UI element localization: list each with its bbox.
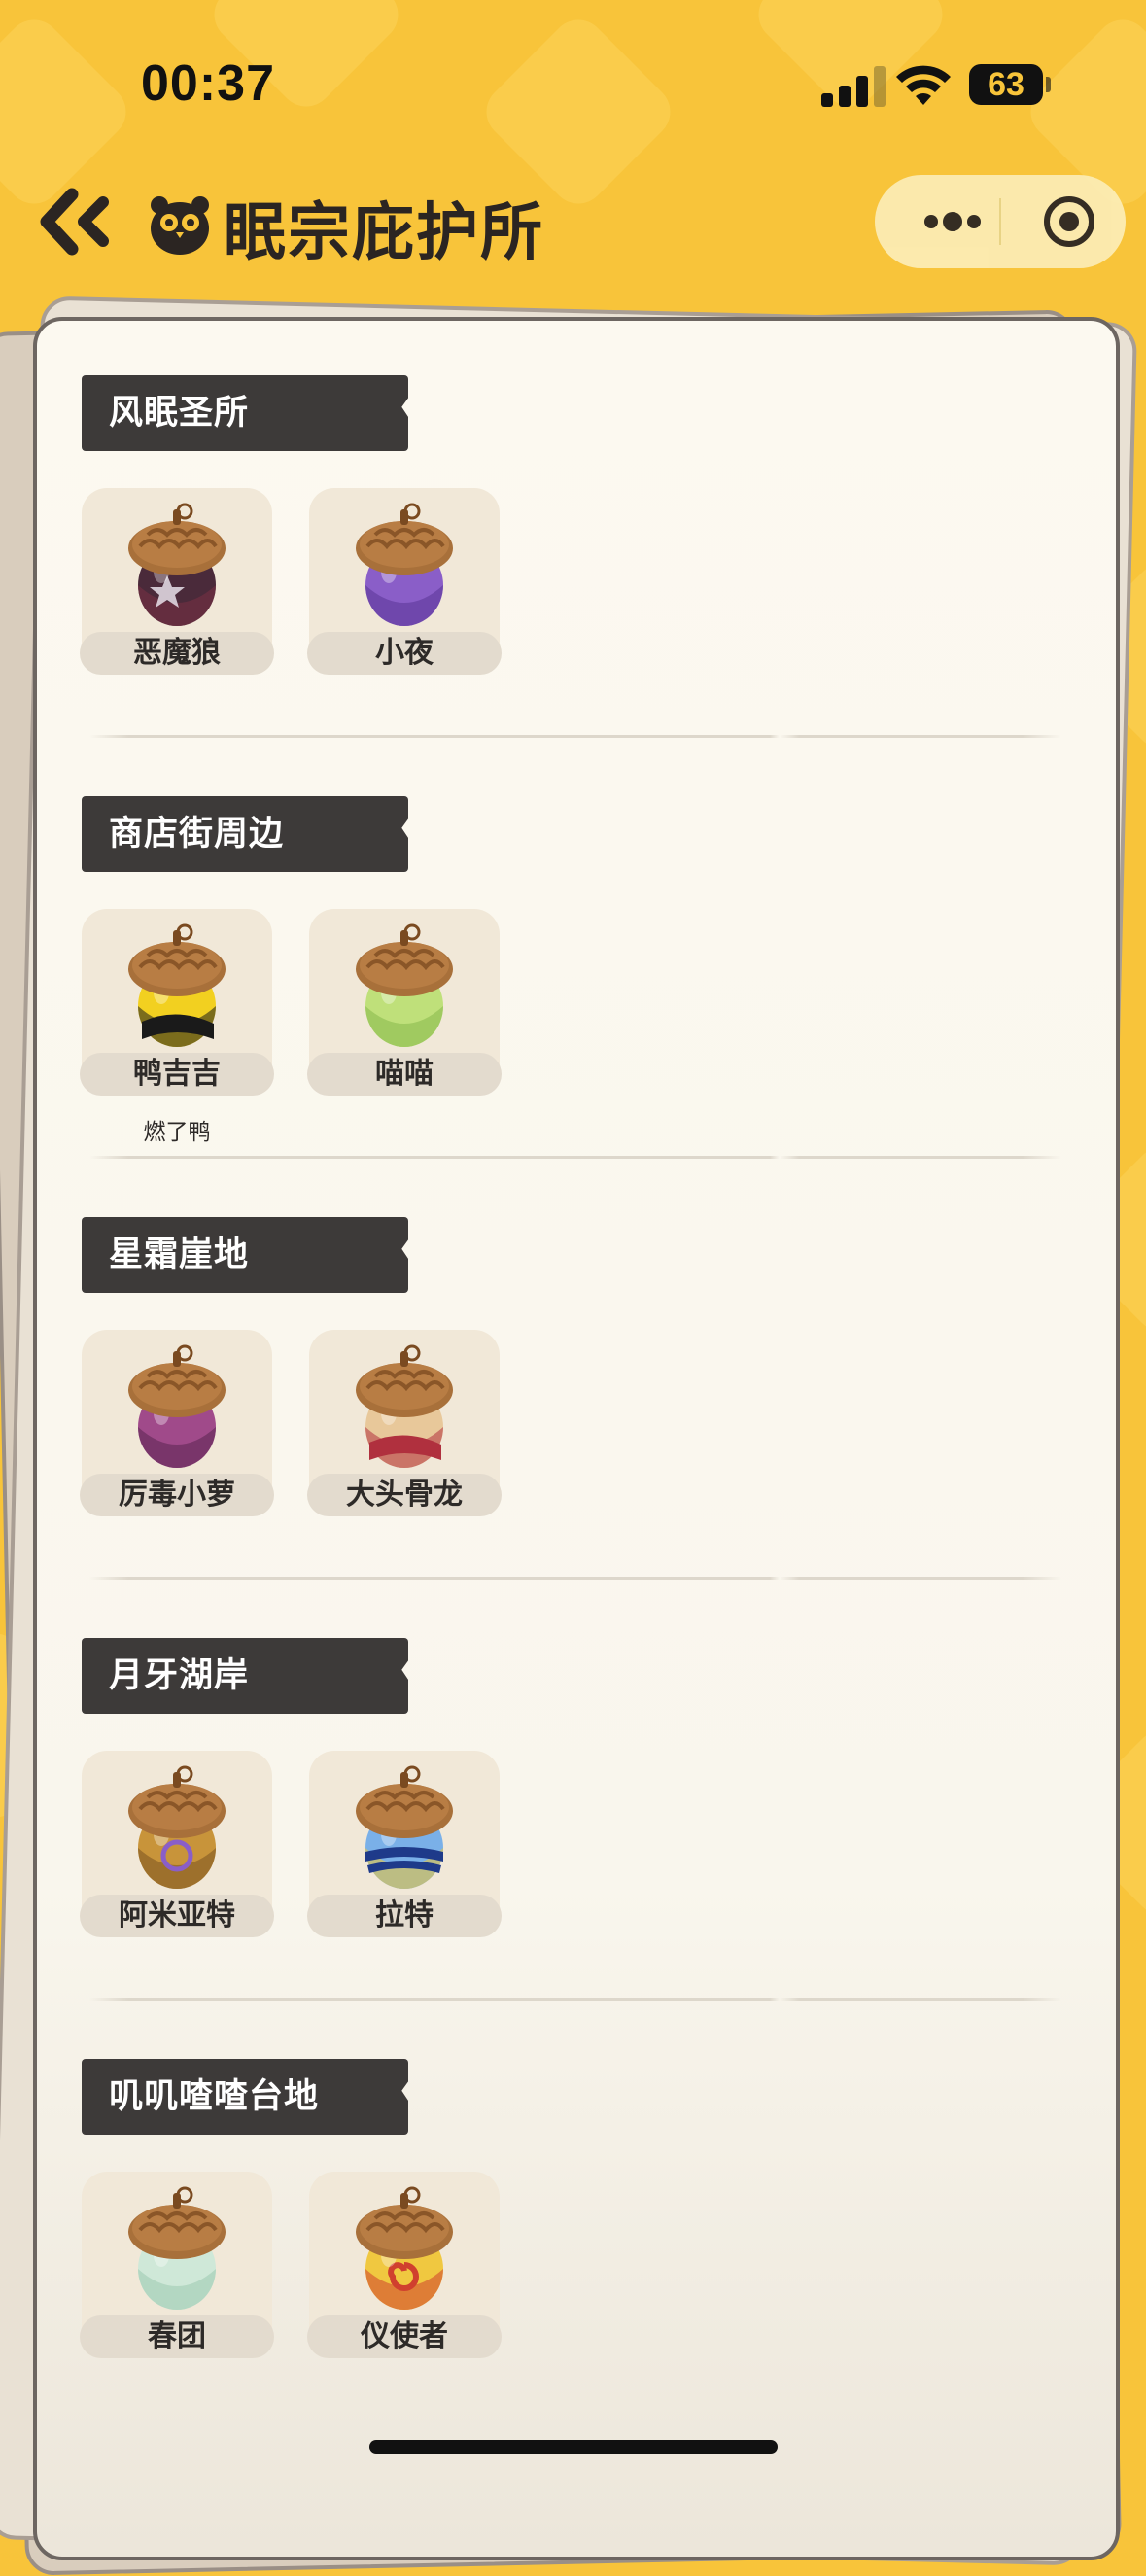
status-bar: 00:37 63	[0, 0, 1146, 165]
creature-name: 仪使者	[361, 2319, 448, 2353]
creature-name: 春团	[148, 2319, 206, 2353]
cellular-signal-icon	[821, 64, 886, 107]
capsule-divider	[999, 198, 1001, 245]
section-header: 叽叽喳喳台地	[82, 2059, 408, 2135]
creature-name: 鸭吉吉	[133, 1057, 221, 1091]
owl-logo-icon	[151, 196, 209, 255]
close-miniprogram-icon[interactable]	[1021, 175, 1118, 268]
section-divider	[89, 1998, 1061, 2001]
section-divider	[89, 1156, 1061, 1159]
section-title: 风眠圣所	[109, 394, 250, 433]
battery-icon: 63	[969, 64, 1051, 105]
status-time: 00:37	[141, 55, 275, 112]
wifi-icon	[896, 65, 951, 105]
section-divider	[89, 735, 1061, 738]
back-button[interactable]	[29, 185, 117, 259]
section-title: 商店街周边	[109, 815, 285, 853]
section-header: 风眠圣所	[82, 375, 408, 451]
section-header: 商店街周边	[82, 796, 408, 872]
miniprogram-capsule	[875, 175, 1126, 268]
creature-name: 喵喵	[375, 1057, 434, 1091]
section-divider	[89, 1577, 1061, 1580]
section-header: 星霜崖地	[82, 1217, 408, 1293]
home-indicator	[369, 2440, 778, 2454]
creature-name: 阿米亚特	[119, 1898, 235, 1932]
section-title: 叽叽喳喳台地	[109, 2077, 320, 2116]
creature-subtitle: 燃了鸭	[143, 1120, 211, 1145]
creature-name: 小夜	[375, 636, 434, 670]
creature-name: 恶魔狼	[133, 636, 221, 670]
section-title: 月牙湖岸	[109, 1656, 250, 1695]
section-header: 月牙湖岸	[82, 1638, 408, 1714]
creature-name: 拉特	[375, 1898, 434, 1932]
creature-name: 大头骨龙	[346, 1478, 463, 1512]
more-options-icon[interactable]	[904, 175, 1001, 268]
section-title: 星霜崖地	[109, 1236, 250, 1274]
creature-name: 厉毒小萝	[119, 1478, 235, 1512]
page-title: 眠宗庇护所	[224, 197, 544, 269]
sanctuary-card: 风眠圣所恶魔狼 小夜商店街周边鸭吉吉燃了鸭 喵喵星霜崖地厉毒小萝 大头骨龙月牙湖岸阿米…	[33, 317, 1120, 2560]
